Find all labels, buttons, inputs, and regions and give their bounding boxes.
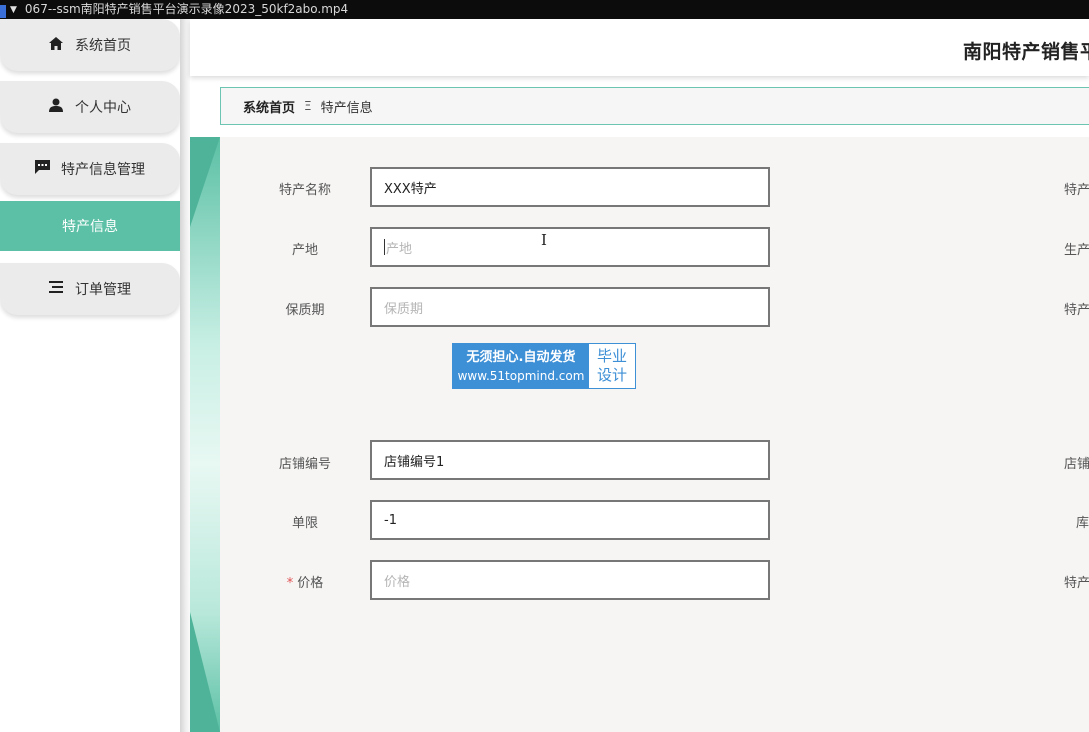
input-value: 店铺编号1	[384, 454, 445, 470]
breadcrumb-separator-icon: Ξ	[304, 99, 312, 113]
right-label: 库	[1076, 516, 1089, 531]
sidebar-subitem-product-info[interactable]: 特产信息	[0, 201, 180, 251]
video-title-bar: ▼ 067--ssm南阳特产销售平台演示录像2023_50kf2abo.mp4	[0, 0, 1089, 19]
sidebar-divider	[180, 19, 190, 732]
decorative-shape	[190, 612, 220, 732]
limit-input[interactable]: -1	[370, 500, 770, 540]
breadcrumb: 系统首页 Ξ 特产信息	[220, 87, 1089, 125]
sidebar: 系统首页 个人中心 特产信息管理 特产信息 订单管理	[0, 19, 180, 732]
label-price: * 价格	[245, 572, 365, 591]
right-label: 特产	[1064, 183, 1089, 198]
breadcrumb-current: 特产信息	[320, 100, 373, 116]
list-icon	[49, 281, 63, 297]
label-origin: 产地	[291, 243, 318, 258]
input-placeholder: 保质期	[384, 301, 424, 317]
sidebar-item-label: 订单管理	[75, 282, 131, 298]
required-mark: *	[286, 576, 294, 591]
watermark-slogan: 无须担心.自动发货	[466, 349, 576, 365]
watermark-left: 无须担心.自动发货 www.51topmind.com	[453, 344, 589, 388]
sidebar-item-label: 特产信息管理	[61, 162, 145, 178]
watermark-logo: 无须担心.自动发货 www.51topmind.com 毕业 设计	[452, 343, 636, 389]
site-title: 南阳特产销售平	[963, 41, 1089, 63]
right-label: 特产	[1064, 303, 1089, 318]
text-cursor-icon: I	[541, 231, 547, 249]
origin-input[interactable]: 产地	[370, 227, 770, 267]
right-label: 生产	[1064, 243, 1089, 258]
label-text: 价格	[297, 576, 324, 591]
input-placeholder: 价格	[384, 574, 411, 590]
sidebar-subitem-label: 特产信息	[62, 219, 118, 235]
message-icon	[35, 160, 50, 178]
window-icon	[0, 5, 6, 18]
caret-down-icon[interactable]: ▼	[10, 3, 17, 17]
sidebar-item-label: 个人中心	[75, 100, 131, 116]
sidebar-item-label: 系统首页	[75, 38, 131, 54]
price-input[interactable]: 价格	[370, 560, 770, 600]
input-placeholder: 产地	[386, 241, 413, 257]
shop-id-input[interactable]: 店铺编号1	[370, 440, 770, 480]
top-header: 南阳特产销售平	[190, 19, 1089, 76]
decorative-strip	[190, 137, 220, 732]
sidebar-item-orders[interactable]: 订单管理	[0, 263, 180, 315]
right-label: 店铺	[1064, 457, 1089, 472]
right-label: 特产	[1064, 576, 1089, 591]
sidebar-item-home[interactable]: 系统首页	[0, 19, 180, 71]
sidebar-item-profile[interactable]: 个人中心	[0, 81, 180, 133]
sidebar-item-product-management[interactable]: 特产信息管理	[0, 143, 180, 195]
input-value: -1	[384, 512, 397, 528]
product-form: 特产名称 XXX特产 产地 产地 保质期 保质期 店铺编号 店铺编号1 单限 -…	[220, 137, 1089, 732]
breadcrumb-home[interactable]: 系统首页	[243, 97, 295, 116]
watermark-text: 毕业	[596, 347, 627, 365]
watermark-text: 设计	[596, 366, 627, 384]
label-limit: 单限	[291, 516, 318, 531]
label-shelf-life: 保质期	[285, 303, 325, 318]
label-shop-id: 店铺编号	[278, 457, 331, 472]
home-icon	[49, 36, 63, 54]
watermark-url: www.51topmind.com	[457, 368, 585, 383]
user-icon	[49, 98, 63, 116]
watermark-right: 毕业 设计	[589, 344, 635, 388]
shelf-life-input[interactable]: 保质期	[370, 287, 770, 327]
decorative-shape	[190, 137, 220, 227]
label-product-name: 特产名称	[278, 183, 331, 198]
input-value: XXX特产	[384, 181, 437, 197]
product-name-input[interactable]: XXX特产	[370, 167, 770, 207]
video-title: 067--ssm南阳特产销售平台演示录像2023_50kf2abo.mp4	[24, 1, 349, 16]
text-caret	[384, 239, 385, 255]
